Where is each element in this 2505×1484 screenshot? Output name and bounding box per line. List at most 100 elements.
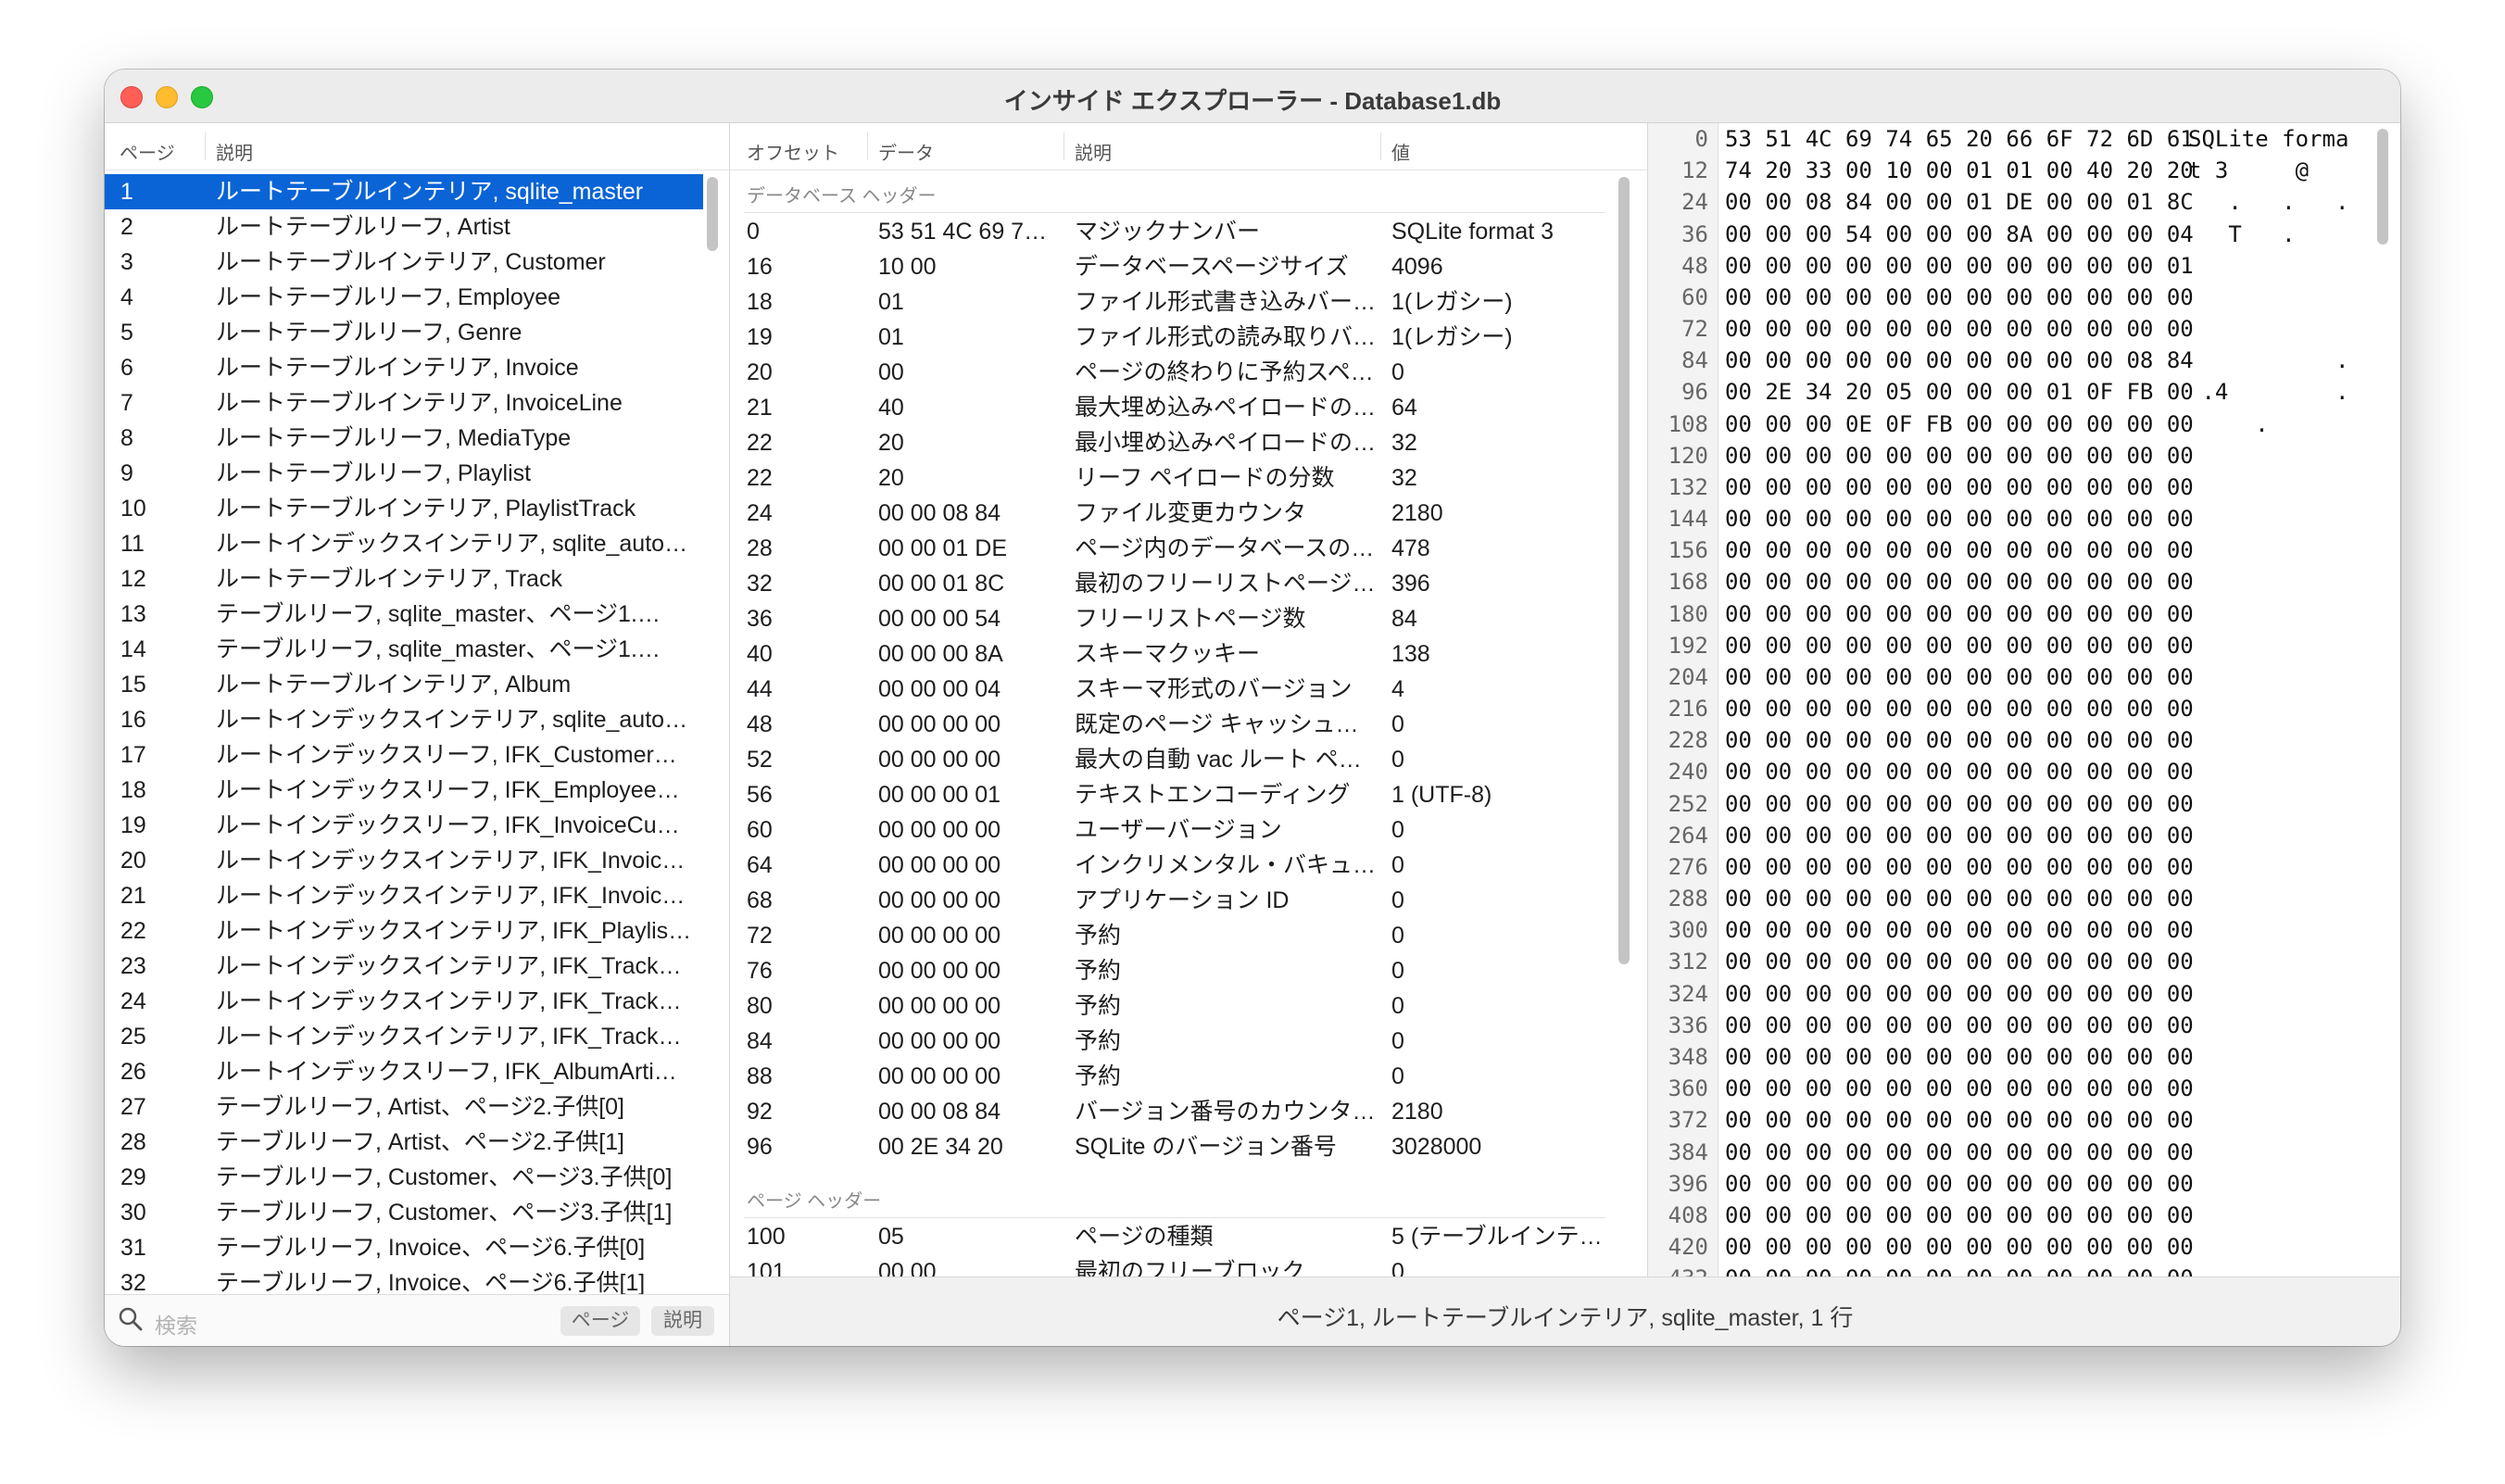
hex-row[interactable]: 96 00 2E 34 20 05 00 00 00 01 0F FB 00 .4… (1648, 376, 2400, 408)
page-list-row[interactable]: 13 テーブルリーフ, sqlite_master、ページ1.… (105, 597, 703, 632)
hex-row[interactable]: 60 00 00 00 00 00 00 00 00 00 00 00 00 (1648, 282, 2400, 313)
hex-row[interactable]: 168 00 00 00 00 00 00 00 00 00 00 00 00 (1648, 566, 2400, 597)
hex-row[interactable]: 0 53 51 4C 69 74 65 20 66 6F 72 6D 61 SQLi… (1648, 123, 2400, 155)
page-list-row[interactable]: 9 ルートテーブルリーフ, Playlist (105, 456, 703, 491)
field-row[interactable]: 0 53 51 4C 69 7… マジックナンバー SQLite format 3 (730, 214, 1615, 249)
hex-row[interactable]: 192 00 00 00 00 00 00 00 00 00 00 00 00 (1648, 630, 2400, 661)
hex-row[interactable]: 108 00 00 00 0E 0F FB 00 00 00 00 00 00 . (1648, 409, 2400, 440)
search-scope-page-button[interactable]: ページ (560, 1306, 640, 1336)
hex-row[interactable]: 240 00 00 00 00 00 00 00 00 00 00 00 00 (1648, 756, 2400, 787)
page-list-row[interactable]: 1 ルートテーブルインテリア, sqlite_master (105, 174, 703, 209)
field-row[interactable]: 64 00 00 00 00 インクリメンタル・バキュ… 0 (730, 848, 1615, 883)
column-header-description[interactable]: 説明 (1075, 138, 1112, 165)
search-scope-description-button[interactable]: 説明 (651, 1306, 714, 1336)
page-list-row[interactable]: 10 ルートテーブルインテリア, PlaylistTrack (105, 491, 703, 526)
hex-row[interactable]: 348 00 00 00 00 00 00 00 00 00 00 00 00 (1648, 1041, 2400, 1073)
field-table-scrollbar[interactable] (1618, 177, 1630, 964)
page-list-row[interactable]: 6 ルートテーブルインテリア, Invoice (105, 350, 703, 385)
hex-row[interactable]: 156 00 00 00 00 00 00 00 00 00 00 00 00 (1648, 534, 2400, 566)
page-list-row[interactable]: 5 ルートテーブルリーフ, Genre (105, 315, 703, 350)
hex-row[interactable]: 72 00 00 00 00 00 00 00 00 00 00 00 00 (1648, 313, 2400, 345)
page-list-row[interactable]: 24 ルートインデックスインテリア, IFK_Track… (105, 984, 703, 1019)
hex-row[interactable]: 180 00 00 00 00 00 00 00 00 00 00 00 00 (1648, 598, 2400, 630)
page-list-row[interactable]: 15 ルートテーブルインテリア, Album (105, 667, 703, 702)
field-row[interactable]: 60 00 00 00 00 ユーザーバージョン 0 (730, 812, 1615, 848)
field-row[interactable]: 19 01 ファイル形式の読み取りバ… 1(レガシー) (730, 320, 1615, 355)
hex-view-pane[interactable]: 0 53 51 4C 69 74 65 20 66 6F 72 6D 61 SQLi… (1647, 123, 2400, 1276)
hex-row[interactable]: 252 00 00 00 00 00 00 00 00 00 00 00 00 (1648, 788, 2400, 820)
field-row[interactable]: 92 00 00 08 84 バージョン番号のカウンタ… 2180 (730, 1094, 1615, 1129)
page-list-row[interactable]: 22 ルートインデックスインテリア, IFK_Playlis… (105, 913, 703, 949)
hex-view-scrollbar[interactable] (2377, 129, 2388, 245)
page-list-row[interactable]: 20 ルートインデックスインテリア, IFK_Invoic… (105, 843, 703, 878)
field-row[interactable]: 18 01 ファイル形式書き込みバー… 1(レガシー) (730, 284, 1615, 320)
page-list-row[interactable]: 23 ルートインデックスインテリア, IFK_Track… (105, 949, 703, 984)
hex-row[interactable]: 264 00 00 00 00 00 00 00 00 00 00 00 00 (1648, 820, 2400, 851)
field-row[interactable]: 84 00 00 00 00 予約 0 (730, 1024, 1615, 1059)
page-list-row[interactable]: 4 ルートテーブルリーフ, Employee (105, 280, 703, 315)
hex-row[interactable]: 276 00 00 00 00 00 00 00 00 00 00 00 00 (1648, 851, 2400, 883)
field-row[interactable]: 44 00 00 00 04 スキーマ形式のバージョン 4 (730, 672, 1615, 707)
hex-row[interactable]: 24 00 00 08 84 00 00 01 DE 00 00 01 8C . … (1648, 186, 2400, 218)
page-list-row[interactable]: 16 ルートインデックスインテリア, sqlite_auto… (105, 702, 703, 737)
hex-row[interactable]: 336 00 00 00 00 00 00 00 00 00 00 00 00 (1648, 1010, 2400, 1041)
hex-row[interactable]: 48 00 00 00 00 00 00 00 00 00 00 00 01 (1648, 250, 2400, 282)
field-table[interactable]: データベース ヘッダー 0 53 51 4C 69 7… マジックナンバー SQLite… (730, 170, 1615, 1276)
page-list-row[interactable]: 7 ルートテーブルインテリア, InvoiceLine (105, 385, 703, 421)
hex-row[interactable]: 216 00 00 00 00 00 00 00 00 00 00 00 00 (1648, 693, 2400, 724)
column-divider[interactable] (205, 132, 206, 160)
page-list-row[interactable]: 31 テーブルリーフ, Invoice、ページ6.子供[0] (105, 1230, 703, 1265)
hex-row[interactable]: 204 00 00 00 00 00 00 00 00 00 00 00 00 (1648, 661, 2400, 693)
hex-row[interactable]: 360 00 00 00 00 00 00 00 00 00 00 00 00 (1648, 1073, 2400, 1104)
hex-row[interactable]: 312 00 00 00 00 00 00 00 00 00 00 00 00 (1648, 946, 2400, 977)
page-list-row[interactable]: 30 テーブルリーフ, Customer、ページ3.子供[1] (105, 1195, 703, 1230)
field-row[interactable]: 52 00 00 00 00 最大の自動 vac ルート ペ… 0 (730, 742, 1615, 777)
field-row[interactable]: 22 20 最小埋め込みペイロードの… 32 (730, 425, 1615, 460)
field-row[interactable]: 101 00 00 最初のフリーブロック 0 (730, 1254, 1615, 1276)
field-row[interactable]: 88 00 00 00 00 予約 0 (730, 1059, 1615, 1094)
field-row[interactable]: 22 20 リーフ ペイロードの分数 32 (730, 460, 1615, 496)
field-row[interactable]: 16 10 00 データベースページサイズ 4096 (730, 249, 1615, 284)
page-list-row[interactable]: 32 テーブルリーフ, Invoice、ページ6.子供[1] (105, 1265, 703, 1295)
page-list-row[interactable]: 25 ルートインデックスインテリア, IFK_Track… (105, 1019, 703, 1054)
column-header-description[interactable]: 説明 (216, 138, 253, 165)
page-list-row[interactable]: 21 ルートインデックスインテリア, IFK_Invoic… (105, 878, 703, 913)
hex-row[interactable]: 372 00 00 00 00 00 00 00 00 00 00 00 00 (1648, 1104, 2400, 1136)
column-divider[interactable] (1380, 132, 1381, 160)
field-row[interactable]: 68 00 00 00 00 アプリケーション ID 0 (730, 883, 1615, 918)
page-list-row[interactable]: 14 テーブルリーフ, sqlite_master、ページ1.… (105, 632, 703, 667)
page-list-scrollbar[interactable] (707, 177, 718, 251)
page-list-row[interactable]: 8 ルートテーブルリーフ, MediaType (105, 421, 703, 456)
column-divider[interactable] (867, 132, 868, 160)
page-list-row[interactable]: 26 ルートインデックスリーフ, IFK_AlbumArti… (105, 1054, 703, 1089)
hex-row[interactable]: 228 00 00 00 00 00 00 00 00 00 00 00 00 (1648, 724, 2400, 756)
page-list-row[interactable]: 3 ルートテーブルインテリア, Customer (105, 245, 703, 280)
column-header-offset[interactable]: オフセット (747, 138, 839, 165)
field-row[interactable]: 28 00 00 01 DE ページ内のデータベースの… 478 (730, 531, 1615, 566)
hex-row[interactable]: 420 00 00 00 00 00 00 00 00 00 00 00 00 (1648, 1231, 2400, 1263)
hex-row[interactable]: 300 00 00 00 00 00 00 00 00 00 00 00 00 (1648, 914, 2400, 946)
hex-row[interactable]: 432 00 00 00 00 00 00 00 00 00 00 00 00 (1648, 1263, 2400, 1276)
field-row[interactable]: 96 00 2E 34 20 SQLite のバージョン番号 3028000 (730, 1129, 1615, 1164)
field-row[interactable]: 24 00 00 08 84 ファイル変更カウンタ 2180 (730, 496, 1615, 531)
hex-row[interactable]: 36 00 00 00 54 00 00 00 8A 00 00 00 04 T … (1648, 219, 2400, 250)
page-list-row[interactable]: 19 ルートインデックスリーフ, IFK_InvoiceCu… (105, 808, 703, 843)
page-list-row[interactable]: 12 ルートテーブルインテリア, Track (105, 561, 703, 597)
field-row[interactable]: 32 00 00 01 8C 最初のフリーリストページ… 396 (730, 566, 1615, 601)
page-list-row[interactable]: 11 ルートインデックスインテリア, sqlite_auto… (105, 526, 703, 561)
column-header-value[interactable]: 値 (1391, 138, 1410, 165)
field-row[interactable]: 56 00 00 00 01 テキストエンコーディング 1 (UTF-8) (730, 777, 1615, 812)
column-header-page[interactable]: ページ (120, 138, 175, 165)
hex-row[interactable]: 84 00 00 00 00 00 00 00 00 00 00 08 84 . (1648, 345, 2400, 376)
field-row[interactable]: 76 00 00 00 00 予約 0 (730, 953, 1615, 988)
field-row[interactable]: 80 00 00 00 00 予約 0 (730, 988, 1615, 1024)
field-row[interactable]: 100 05 ページの種類 5 (テーブルインテ… (730, 1219, 1615, 1254)
hex-row[interactable]: 12 74 20 33 00 10 00 01 01 00 40 20 20 t 3… (1648, 155, 2400, 186)
column-header-data[interactable]: データ (878, 138, 934, 165)
page-list-row[interactable]: 18 ルートインデックスリーフ, IFK_Employee… (105, 773, 703, 808)
hex-row[interactable]: 288 00 00 00 00 00 00 00 00 00 00 00 00 (1648, 883, 2400, 914)
title-bar[interactable]: インサイド エクスプローラー - Database1.db (105, 69, 2400, 123)
page-list-row[interactable]: 27 テーブルリーフ, Artist、ページ2.子供[0] (105, 1089, 703, 1125)
field-row[interactable]: 72 00 00 00 00 予約 0 (730, 918, 1615, 953)
search-input[interactable]: 検索 (155, 1308, 197, 1339)
